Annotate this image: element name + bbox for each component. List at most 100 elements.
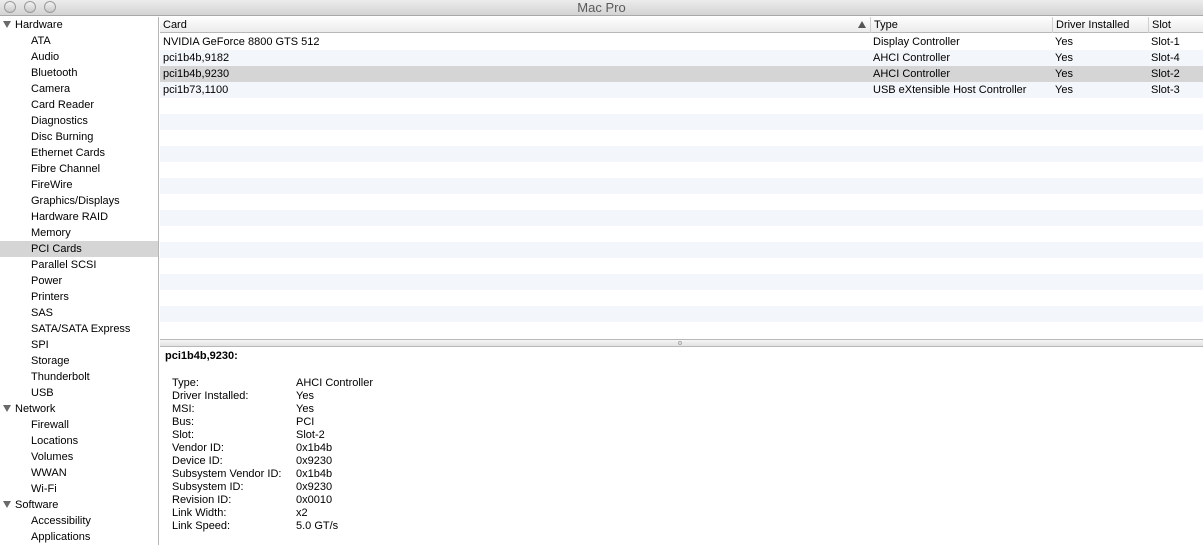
- sidebar-item-firewall[interactable]: Firewall: [0, 417, 158, 433]
- split-view-divider[interactable]: [160, 339, 1203, 347]
- table-row[interactable]: pci1b73,1100 USB eXtensible Host Controll…: [160, 82, 1203, 98]
- sidebar-item-label: SPI: [31, 339, 49, 351]
- column-header-driver-installed[interactable]: Driver Installed: [1052, 17, 1148, 33]
- detail-field-revision-id: Revision ID: 0x0010: [172, 494, 572, 507]
- sidebar-item-diagnostics[interactable]: Diagnostics: [0, 113, 158, 129]
- sidebar-item-sata-sata-express[interactable]: SATA/SATA Express: [0, 321, 158, 337]
- sidebar-item-label: Memory: [31, 227, 71, 239]
- sidebar-item-thunderbolt[interactable]: Thunderbolt: [0, 369, 158, 385]
- cell-driver: Yes: [1055, 84, 1073, 96]
- sidebar-item-label: PCI Cards: [31, 243, 82, 255]
- column-header-label: Slot: [1152, 19, 1171, 31]
- cell-type: USB eXtensible Host Controller: [873, 84, 1027, 96]
- sidebar-item-wwan[interactable]: WWAN: [0, 465, 158, 481]
- sidebar-item-fibre-channel[interactable]: Fibre Channel: [0, 161, 158, 177]
- table-row-empty: [160, 242, 1203, 258]
- sidebar-item-label: WWAN: [31, 467, 67, 479]
- sidebar-item-label: Storage: [31, 355, 70, 367]
- cell-type: AHCI Controller: [873, 68, 951, 80]
- sidebar-item-ethernet-cards[interactable]: Ethernet Cards: [0, 145, 158, 161]
- sidebar-item-bluetooth[interactable]: Bluetooth: [0, 65, 158, 81]
- detail-field-key: Revision ID:: [172, 494, 232, 506]
- sidebar-item-disc-burning[interactable]: Disc Burning: [0, 129, 158, 145]
- cell-type: AHCI Controller: [873, 52, 951, 64]
- sidebar-item-label: USB: [31, 387, 54, 399]
- sidebar-group-label: Hardware: [15, 19, 63, 31]
- pci-cards-table: Card Type Driver Installed Slot NVIDIA G…: [160, 17, 1203, 339]
- table-row[interactable]: pci1b4b,9182 AHCI Controller Yes Slot-4: [160, 50, 1203, 66]
- sidebar-item-pci-cards[interactable]: PCI Cards: [0, 241, 158, 257]
- sidebar-group-network[interactable]: Network: [0, 401, 158, 417]
- column-header-label: Driver Installed: [1056, 19, 1130, 31]
- sidebar-item-firewire[interactable]: FireWire: [0, 177, 158, 193]
- detail-title: pci1b4b,9230:: [165, 350, 238, 362]
- sidebar-item-label: Locations: [31, 435, 79, 447]
- sidebar-item-audio[interactable]: Audio: [0, 49, 158, 65]
- sidebar-item-label: Disc Burning: [31, 131, 94, 143]
- sidebar-item-ata[interactable]: ATA: [0, 33, 158, 49]
- disclosure-triangle-icon[interactable]: [3, 405, 11, 412]
- sidebar-item-volumes[interactable]: Volumes: [0, 449, 158, 465]
- sidebar-item-storage[interactable]: Storage: [0, 353, 158, 369]
- sidebar-item-locations[interactable]: Locations: [0, 433, 158, 449]
- sidebar-item-label: Accessibility: [31, 515, 91, 527]
- sidebar-item-camera[interactable]: Camera: [0, 81, 158, 97]
- detail-field-key: Bus:: [172, 416, 195, 428]
- detail-field-slot: Slot: Slot-2: [172, 429, 572, 442]
- cell-card: pci1b73,1100: [163, 84, 229, 96]
- divider-grip-icon: [678, 341, 682, 345]
- detail-field-link-width: Link Width: x2: [172, 507, 572, 520]
- detail-field-value: AHCI Controller: [296, 377, 374, 389]
- disclosure-triangle-icon[interactable]: [3, 21, 11, 28]
- sidebar-item-label: Volumes: [31, 451, 74, 463]
- detail-field-msi: MSI: Yes: [172, 403, 572, 416]
- cell-driver: Yes: [1055, 68, 1073, 80]
- sidebar-item-label: Ethernet Cards: [31, 147, 105, 159]
- sidebar-item-wi-fi[interactable]: Wi-Fi: [0, 481, 158, 497]
- detail-field-key: Vendor ID:: [172, 442, 224, 454]
- detail-field-key: MSI:: [172, 403, 195, 415]
- sidebar-item-label: Fibre Channel: [31, 163, 101, 175]
- sidebar-item-label: Power: [31, 275, 63, 287]
- sidebar-item-card-reader[interactable]: Card Reader: [0, 97, 158, 113]
- disclosure-triangle-icon[interactable]: [3, 501, 11, 508]
- table-row-empty: [160, 98, 1203, 114]
- column-header-card[interactable]: Card: [160, 17, 870, 33]
- cell-slot: Slot-4: [1151, 52, 1180, 64]
- sidebar-item-usb[interactable]: USB: [0, 385, 158, 401]
- sidebar-item-hardware-raid[interactable]: Hardware RAID: [0, 209, 158, 225]
- table-row-empty: [160, 322, 1203, 338]
- detail-field-key: Device ID:: [172, 455, 223, 467]
- table-row-empty: [160, 162, 1203, 178]
- sidebar-item-printers[interactable]: Printers: [0, 289, 158, 305]
- sidebar-item-spi[interactable]: SPI: [0, 337, 158, 353]
- sidebar-item-applications[interactable]: Applications: [0, 529, 158, 545]
- sidebar-item-graphics-displays[interactable]: Graphics/Displays: [0, 193, 158, 209]
- sidebar-item-power[interactable]: Power: [0, 273, 158, 289]
- sidebar-item-label: Firewall: [31, 419, 69, 431]
- sidebar-item-label: SATA/SATA Express: [31, 323, 131, 335]
- column-header-type[interactable]: Type: [870, 17, 1052, 33]
- sidebar-item-parallel-scsi[interactable]: Parallel SCSI: [0, 257, 158, 273]
- detail-field-value: 5.0 GT/s: [296, 520, 339, 532]
- sidebar-item-sas[interactable]: SAS: [0, 305, 158, 321]
- cell-card: pci1b4b,9230: [163, 68, 230, 80]
- cell-driver: Yes: [1055, 36, 1073, 48]
- detail-field-key: Link Speed:: [172, 520, 231, 532]
- detail-field-value: 0x0010: [296, 494, 333, 506]
- detail-field-value: 0x9230: [296, 455, 333, 467]
- sidebar-item-memory[interactable]: Memory: [0, 225, 158, 241]
- sidebar-group-hardware[interactable]: Hardware: [0, 17, 158, 33]
- sidebar-group-label: Network: [15, 403, 56, 415]
- sidebar-item-label: FireWire: [31, 179, 73, 191]
- detail-field-link-speed: Link Speed: 5.0 GT/s: [172, 520, 572, 533]
- table-row[interactable]: pci1b4b,9230 AHCI Controller Yes Slot-2: [160, 66, 1203, 82]
- sidebar-item-label: Card Reader: [31, 99, 94, 111]
- cell-card: NVIDIA GeForce 8800 GTS 512: [163, 36, 320, 48]
- column-header-slot[interactable]: Slot: [1148, 17, 1203, 33]
- sidebar-item-accessibility[interactable]: Accessibility: [0, 513, 158, 529]
- cell-slot: Slot-1: [1151, 36, 1180, 48]
- sidebar-group-software[interactable]: Software: [0, 497, 158, 513]
- detail-field-value: 0x1b4b: [296, 468, 333, 480]
- table-row[interactable]: NVIDIA GeForce 8800 GTS 512 Display Contr…: [160, 34, 1203, 50]
